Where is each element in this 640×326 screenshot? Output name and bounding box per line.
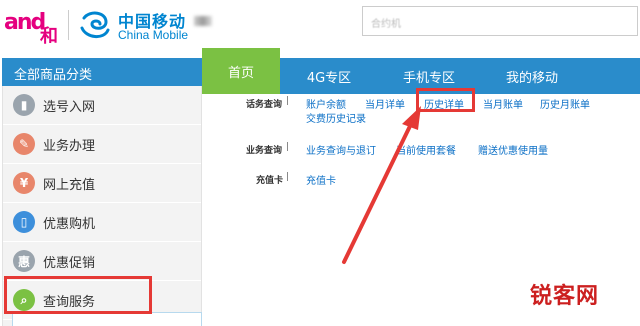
pencil-icon: ✎ — [13, 133, 35, 155]
menu-item-label: 网上充值 — [43, 178, 96, 193]
link-history-month-bill[interactable]: 历史月账单 — [540, 96, 590, 111]
link-recharge-card[interactable]: 充值卡 — [306, 172, 336, 187]
link-current-month-bill[interactable]: 当月账单 — [483, 96, 523, 111]
submenu-panel-edge — [12, 312, 202, 326]
and-logo-he: 和 — [40, 26, 58, 47]
tab-home[interactable]: 首页 — [202, 48, 280, 94]
row-label-business-query: 业务查询 — [246, 146, 283, 156]
and-logo-text: and — [4, 10, 46, 35]
link-account-balance[interactable]: 账户余额 — [306, 96, 346, 111]
search-input[interactable]: 合约机 — [362, 6, 638, 36]
category-menu-title[interactable]: 全部商品分类 — [2, 58, 202, 86]
menu-item-business[interactable]: ✎ 业务办理 — [3, 125, 201, 164]
menu-item-label: 业务办理 — [43, 139, 96, 154]
link-current-month-detail[interactable]: 当月详单 — [365, 96, 405, 111]
phone-icon: ▯ — [13, 211, 35, 233]
menu-item-recharge[interactable]: ¥ 网上充值 — [3, 164, 201, 203]
menu-item-label: 优惠促销 — [43, 256, 96, 271]
tab-4g[interactable]: 4G专区 — [280, 58, 378, 94]
highlight-box-history-detail — [416, 88, 475, 112]
china-mobile-name-en: China Mobile — [118, 28, 189, 42]
link-current-package[interactable]: 当前使用套餐 — [396, 142, 456, 157]
highlight-box-query-service — [4, 276, 152, 314]
tab-my-mobile[interactable]: 我的移动 — [480, 58, 584, 94]
china-mobile-logo-icon — [80, 11, 110, 38]
menu-item-label: 选号入网 — [43, 100, 96, 115]
menu-item-buy-phone[interactable]: ▯ 优惠购机 — [3, 203, 201, 242]
row-separator: | — [286, 96, 290, 106]
link-gift-usage[interactable]: 赠送优惠使用量 — [478, 142, 548, 157]
logo-divider — [68, 10, 69, 40]
link-business-query-unsubscribe[interactable]: 业务查询与退订 — [306, 142, 376, 157]
yuan-icon: ¥ — [13, 172, 35, 194]
blurred-region — [194, 16, 212, 26]
hui-icon: 惠 — [13, 250, 35, 272]
sim-card-icon: ▮ — [13, 94, 35, 116]
row-label-recharge-card: 充值卡 — [256, 176, 284, 186]
menu-item-label: 优惠购机 — [43, 217, 96, 232]
row-label-call-query: 话务查询 — [246, 100, 283, 110]
row-separator: | — [286, 142, 290, 152]
search-placeholder: 合约机 — [371, 19, 401, 30]
watermark-text: 锐客网 — [530, 284, 600, 309]
and-logo[interactable]: and 和 — [4, 8, 60, 47]
row-separator: | — [286, 172, 290, 182]
link-payment-history[interactable]: 交费历史记录 — [306, 110, 366, 125]
menu-item-select-number[interactable]: ▮ 选号入网 — [3, 86, 201, 125]
